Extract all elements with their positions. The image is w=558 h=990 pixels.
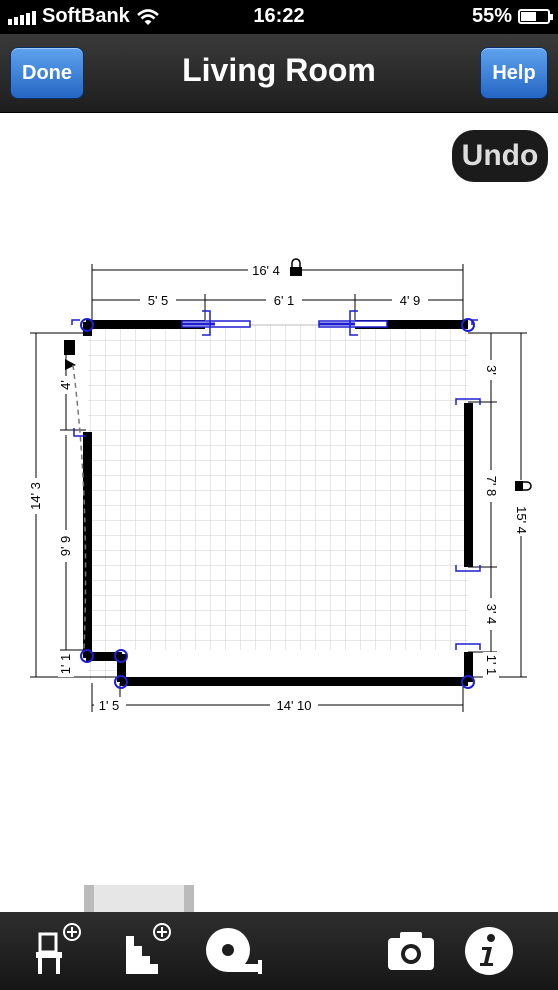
- room-list-peek: [84, 885, 194, 913]
- dimension-left-wall: 9' 9: [58, 536, 73, 557]
- dimension-top-total: 16' 4: [252, 263, 280, 278]
- dimension-top-left: 5' 5: [148, 293, 169, 308]
- dimension-top-mid: 6' 1: [274, 293, 295, 308]
- undo-button[interactable]: Undo: [452, 130, 548, 182]
- help-button[interactable]: Help: [480, 47, 548, 99]
- info-icon[interactable]: [458, 920, 520, 982]
- grid-area: [88, 325, 468, 680]
- dimension-right-bottom: 1' 1: [484, 655, 499, 676]
- battery-icon: [518, 9, 553, 24]
- dimension-right-mid: 7' 8: [484, 476, 499, 497]
- camera-icon[interactable]: [380, 920, 442, 982]
- dimension-right-top: 3': [484, 365, 499, 375]
- bottom-toolbar: [0, 912, 558, 990]
- battery-percent: 55%: [471, 5, 512, 27]
- dimension-right-lower: 3' 4: [484, 604, 499, 625]
- dimension-left-door: 4': [58, 380, 73, 390]
- dimension-left-small: 1' 1: [58, 654, 73, 675]
- add-furniture-icon[interactable]: [26, 920, 88, 982]
- dimension-left-total: 14' 3: [28, 482, 43, 510]
- navigation-bar: Done Living Room Help: [0, 34, 558, 113]
- dimension-bottom-main: 14' 10: [276, 698, 311, 713]
- dimension-right-total: 15' 4: [514, 506, 529, 534]
- dimension-bottom-left: 1' 5: [99, 698, 120, 713]
- tape-measure-icon[interactable]: [204, 920, 266, 982]
- window[interactable]: [181, 320, 251, 328]
- status-bar: SoftBank 16:22 55%: [0, 0, 558, 34]
- window[interactable]: [318, 320, 388, 328]
- floor-plan[interactable]: 16' 4 5' 5 6' 1 4' 9 1' 5 14' 10 14' 3 4…: [0, 240, 558, 720]
- dimension-top-right: 4' 9: [400, 293, 421, 308]
- page-title: Living Room: [182, 52, 376, 88]
- add-stairs-icon[interactable]: [118, 920, 180, 982]
